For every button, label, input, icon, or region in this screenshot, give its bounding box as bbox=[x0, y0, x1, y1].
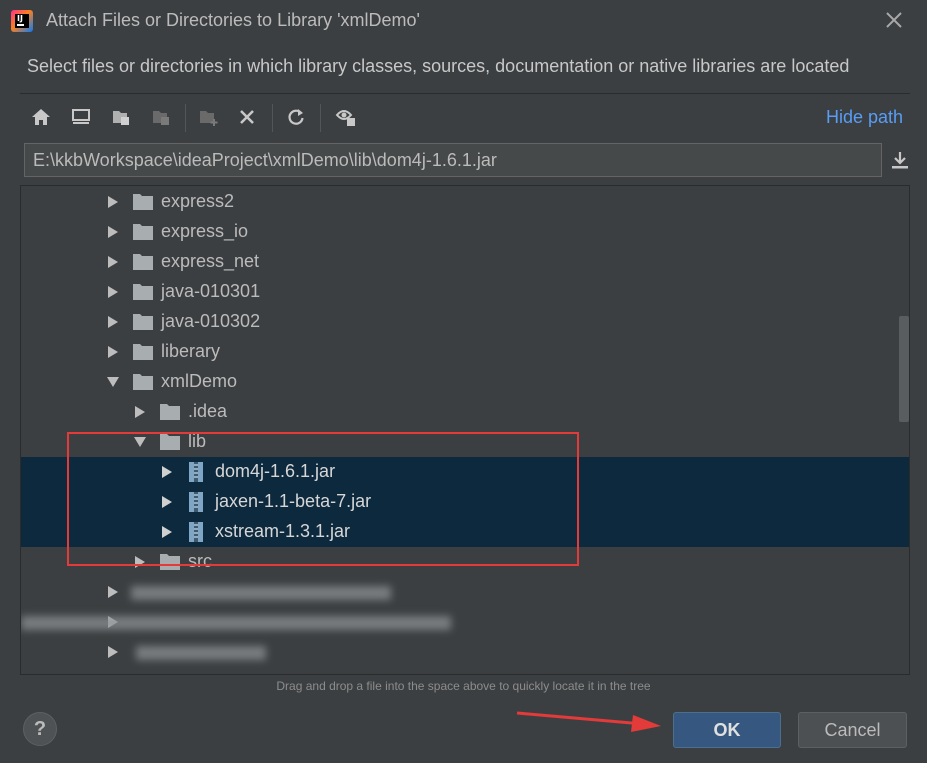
expand-arrow-icon[interactable] bbox=[107, 225, 119, 239]
tree-item-label: liberary bbox=[161, 341, 221, 361]
tree-item-label: xstream-1.3.1.jar bbox=[215, 521, 351, 541]
new-folder-icon bbox=[196, 104, 222, 130]
tree-item-label: src bbox=[188, 551, 212, 571]
collapse-arrow-icon[interactable] bbox=[133, 436, 147, 448]
tree-item-label: xmlDemo bbox=[161, 371, 238, 391]
desktop-icon[interactable] bbox=[68, 104, 94, 130]
window-title: Attach Files or Directories to Library '… bbox=[46, 10, 420, 30]
close-icon[interactable] bbox=[882, 8, 906, 32]
download-icon[interactable] bbox=[886, 147, 914, 175]
folder-icon bbox=[160, 434, 180, 450]
expand-arrow-icon[interactable] bbox=[134, 555, 146, 569]
tree-item-express-io[interactable]: express_io bbox=[21, 217, 909, 247]
folder-icon bbox=[133, 224, 153, 240]
expand-arrow-icon[interactable] bbox=[107, 255, 119, 269]
project-icon[interactable] bbox=[108, 104, 134, 130]
redacted-blur bbox=[136, 646, 266, 660]
tree-item-label: java-010301 bbox=[161, 281, 261, 301]
expand-arrow-icon[interactable] bbox=[107, 195, 119, 209]
path-input-container bbox=[24, 143, 882, 177]
expand-arrow-icon[interactable] bbox=[107, 645, 119, 659]
tree-item-label: .idea bbox=[188, 401, 228, 421]
tree-item-redacted[interactable] bbox=[21, 577, 909, 607]
folder-icon bbox=[133, 314, 153, 330]
hide-path-link[interactable]: Hide path bbox=[826, 107, 903, 128]
show-hidden-icon[interactable] bbox=[333, 104, 359, 130]
tree-item-jaxen-jar[interactable]: jaxen-1.1-beta-7.jar bbox=[21, 487, 909, 517]
expand-arrow-icon[interactable] bbox=[107, 285, 119, 299]
toolbar-separator bbox=[320, 104, 321, 132]
file-tree[interactable]: express2 express_io express_net java-010… bbox=[20, 185, 910, 675]
tree-item-xstream-jar[interactable]: xstream-1.3.1.jar bbox=[21, 517, 909, 547]
tree-item-redacted[interactable] bbox=[21, 607, 909, 637]
folder-icon bbox=[160, 554, 180, 570]
refresh-icon[interactable] bbox=[283, 104, 309, 130]
home-icon[interactable] bbox=[28, 104, 54, 130]
toolbar-separator bbox=[272, 104, 273, 132]
tree-item-label: express_io bbox=[161, 221, 249, 241]
folder-icon bbox=[133, 374, 153, 390]
tree-item-express2[interactable]: express2 bbox=[21, 187, 909, 217]
cancel-button[interactable]: Cancel bbox=[798, 712, 907, 748]
expand-arrow-icon[interactable] bbox=[107, 585, 119, 599]
tree-item-label: express_net bbox=[161, 251, 260, 271]
tree-item-dom4j-jar[interactable]: dom4j-1.6.1.jar bbox=[21, 457, 909, 487]
path-input[interactable] bbox=[25, 144, 881, 176]
dialog-description: Select files or directories in which lib… bbox=[27, 56, 850, 76]
expand-arrow-icon[interactable] bbox=[107, 315, 119, 329]
delete-icon[interactable] bbox=[234, 104, 260, 130]
intellij-app-icon: IJ bbox=[11, 10, 33, 32]
expand-arrow-icon[interactable] bbox=[134, 405, 146, 419]
tree-item-lib[interactable]: lib bbox=[21, 427, 909, 457]
ok-button[interactable]: OK bbox=[673, 712, 781, 748]
tree-item-xmldemo[interactable]: xmlDemo bbox=[21, 367, 909, 397]
redacted-blur bbox=[21, 616, 451, 630]
drag-drop-hint: Drag and drop a file into the space abov… bbox=[276, 679, 651, 693]
tree-item-label: lib bbox=[188, 431, 207, 451]
redacted-blur bbox=[131, 586, 391, 600]
tree-item-liberary[interactable]: liberary bbox=[21, 337, 909, 367]
toolbar-separator bbox=[185, 104, 186, 132]
tree-item-label: express2 bbox=[161, 191, 235, 211]
collapse-arrow-icon[interactable] bbox=[106, 376, 120, 388]
module-icon bbox=[148, 104, 174, 130]
divider bbox=[20, 93, 910, 94]
expand-arrow-icon[interactable] bbox=[161, 525, 173, 539]
app-icon-text: IJ bbox=[17, 14, 23, 23]
help-button[interactable]: ? bbox=[23, 712, 57, 746]
expand-arrow-icon[interactable] bbox=[107, 345, 119, 359]
title-bar: IJ Attach Files or Directories to Librar… bbox=[0, 0, 927, 42]
tree-item-label: java-010302 bbox=[161, 311, 261, 331]
folder-icon bbox=[160, 404, 180, 420]
tree-item-label: dom4j-1.6.1.jar bbox=[215, 461, 336, 481]
jar-archive-icon bbox=[189, 462, 203, 482]
expand-arrow-icon[interactable] bbox=[161, 495, 173, 509]
tree-item-redacted[interactable] bbox=[21, 637, 909, 667]
tree-item-java-010302[interactable]: java-010302 bbox=[21, 307, 909, 337]
tree-item-java-010301[interactable]: java-010301 bbox=[21, 277, 909, 307]
folder-icon bbox=[133, 194, 153, 210]
jar-archive-icon bbox=[189, 522, 203, 542]
expand-arrow-icon[interactable] bbox=[161, 465, 173, 479]
tree-item-express-net[interactable]: express_net bbox=[21, 247, 909, 277]
folder-icon bbox=[133, 284, 153, 300]
file-chooser-toolbar: Hide path bbox=[20, 100, 910, 134]
folder-icon bbox=[133, 344, 153, 360]
annotation-arrow-icon bbox=[516, 711, 661, 732]
folder-icon bbox=[133, 254, 153, 270]
tree-item-label: jaxen-1.1-beta-7.jar bbox=[215, 491, 372, 511]
tree-item-src[interactable]: src bbox=[21, 547, 909, 577]
jar-archive-icon bbox=[189, 492, 203, 512]
tree-item-idea[interactable]: .idea bbox=[21, 397, 909, 427]
